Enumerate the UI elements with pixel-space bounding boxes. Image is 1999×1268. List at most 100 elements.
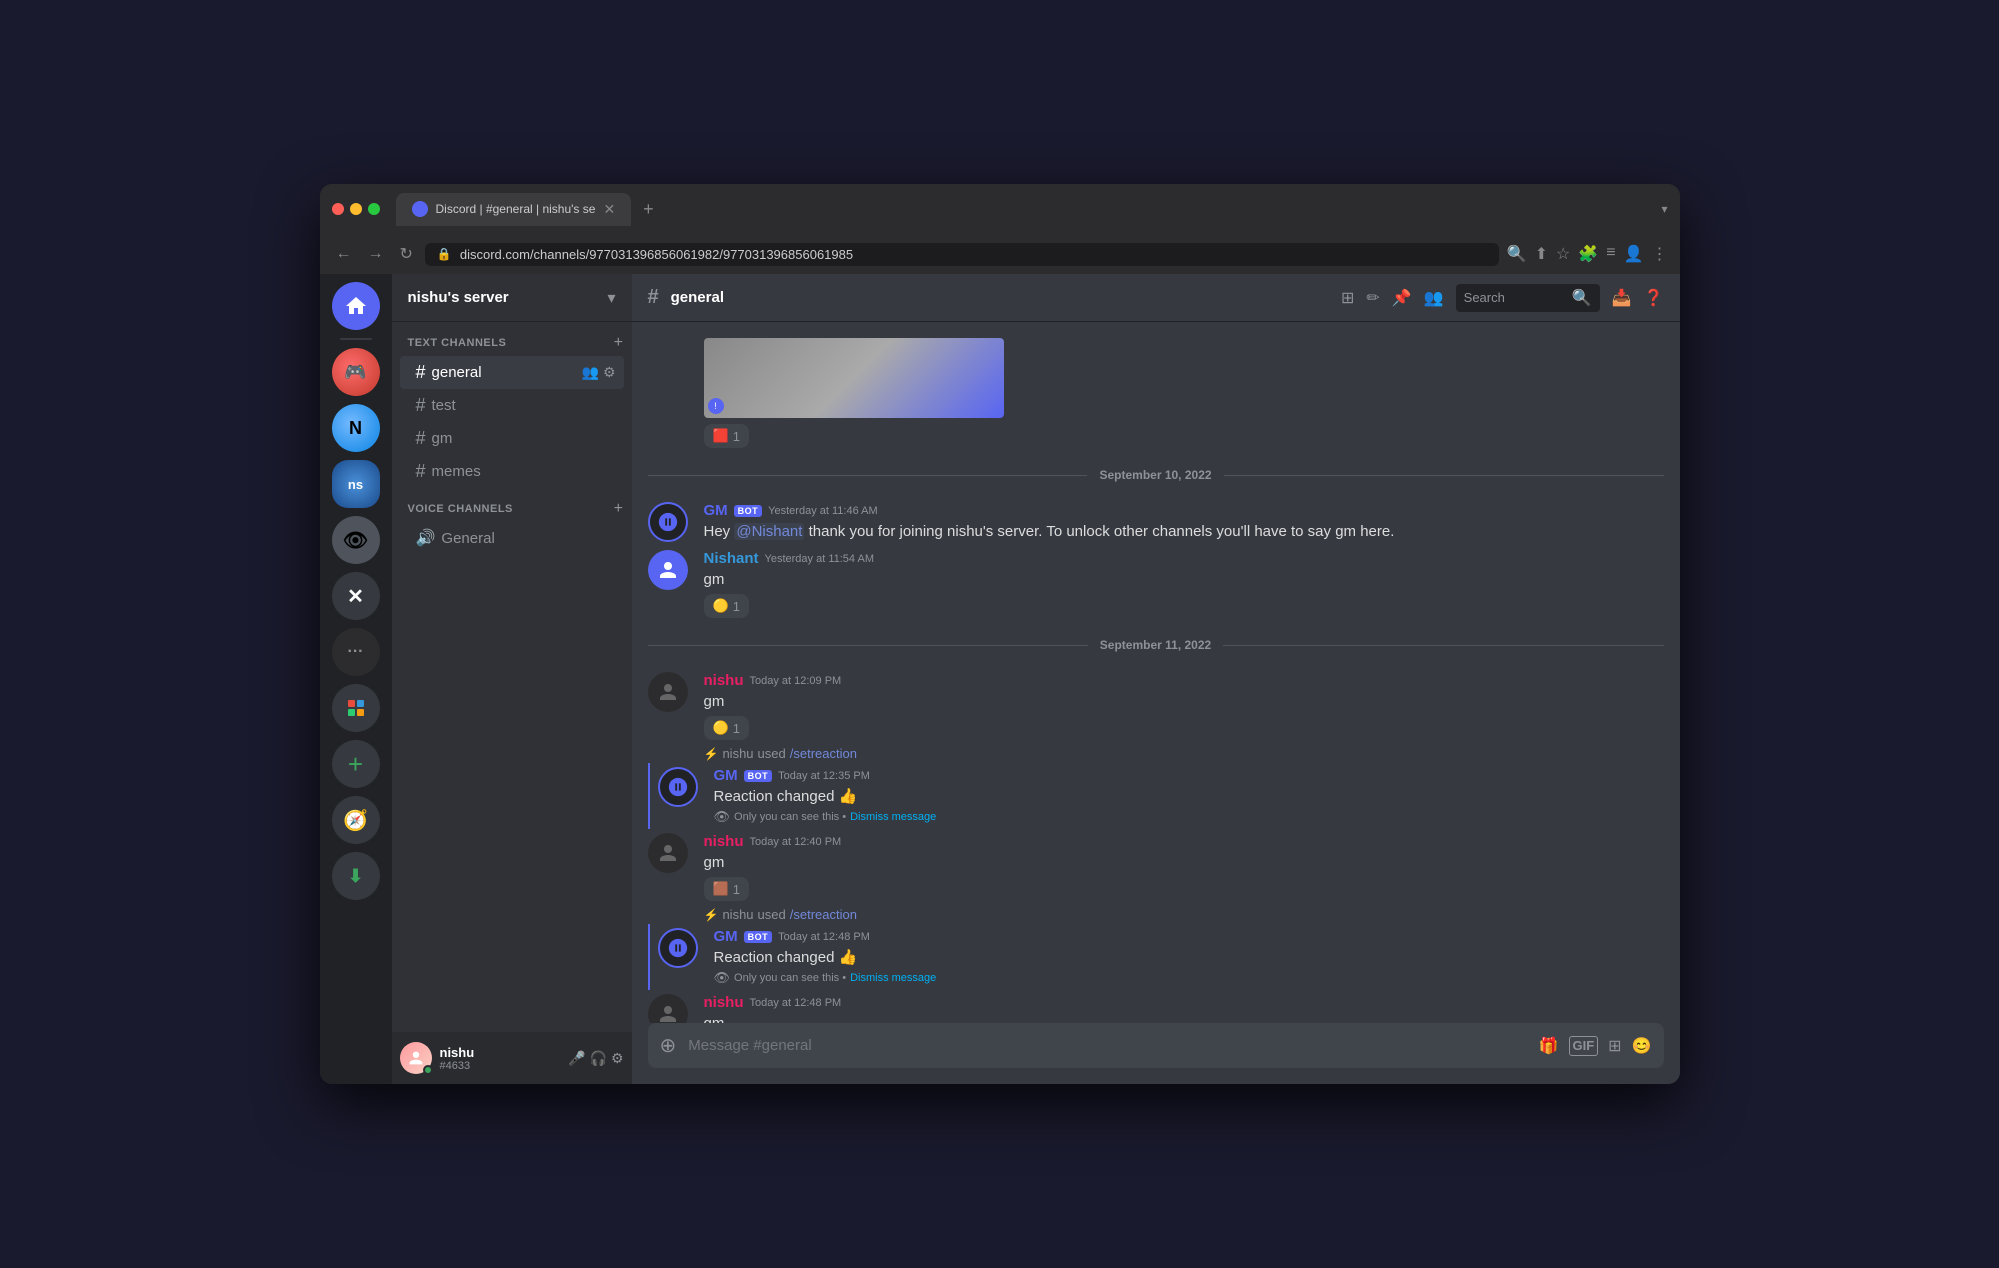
- discord-app: 🎮 N ns 👁 ✕ ··· + 🧭 ⬇ nishu's server ▾: [320, 274, 1680, 1084]
- reaction-nishu2[interactable]: 🟫 1: [704, 877, 749, 901]
- close-button[interactable]: [332, 203, 344, 215]
- maximize-button[interactable]: [368, 203, 380, 215]
- pin-icon[interactable]: 📌: [1392, 288, 1412, 308]
- server-icon-download[interactable]: ⬇: [332, 852, 380, 900]
- chat-messages: ! 🟥 1 September 10, 2022: [632, 322, 1680, 1023]
- message-content-nishu3: nishu Today at 12:48 PM gm 🟧 1: [704, 994, 1664, 1023]
- threads-icon[interactable]: ⊞: [1341, 288, 1354, 308]
- bookmark-icon[interactable]: ☆: [1556, 244, 1570, 264]
- bot-tag-reaction2: BOT: [744, 931, 773, 943]
- timestamp-bot-reaction2: Today at 12:48 PM: [778, 931, 870, 943]
- ephemeral-text-2: Only you can see this •: [734, 972, 846, 984]
- menu-icon[interactable]: ⋮: [1652, 244, 1668, 264]
- channel-general[interactable]: # general 👥 ⚙: [400, 356, 624, 389]
- voice-channels-header[interactable]: VOICE CHANNELS +: [392, 496, 632, 522]
- username-bot-reaction1[interactable]: GM: [714, 767, 738, 784]
- server-home-button[interactable]: [332, 282, 380, 330]
- address-bar[interactable]: 🔒 discord.com/channels/97703139685606198…: [425, 243, 1499, 266]
- slash-cmd-2: ⚡ nishu used /setreaction: [632, 905, 1680, 924]
- mic-icon[interactable]: 🎤: [568, 1050, 585, 1067]
- back-button[interactable]: ←: [332, 241, 356, 267]
- reader-icon[interactable]: ≡: [1606, 244, 1615, 264]
- username-nishu3[interactable]: nishu: [704, 994, 744, 1011]
- username-bot-reaction2[interactable]: GM: [714, 928, 738, 945]
- headphone-icon[interactable]: 🎧: [590, 1050, 607, 1067]
- add-channel-icon[interactable]: +: [614, 334, 624, 352]
- channel-edit-icon[interactable]: ⚙: [603, 364, 616, 381]
- server-icon-nishu[interactable]: ns: [332, 460, 380, 508]
- timestamp-bot-reaction1: Today at 12:35 PM: [778, 770, 870, 782]
- tab-favicon: [412, 201, 428, 217]
- tab-close-icon[interactable]: ✕: [603, 201, 615, 218]
- text-channels-header[interactable]: TEXT CHANNELS +: [392, 330, 632, 356]
- channel-settings-icon[interactable]: 👥: [582, 364, 599, 381]
- emoji-icon[interactable]: 😊: [1632, 1036, 1652, 1056]
- slash-cmd-name-2[interactable]: /setreaction: [790, 907, 857, 922]
- message-header-nishu1: nishu Today at 12:09 PM: [704, 672, 1664, 689]
- gif-icon[interactable]: GIF: [1569, 1036, 1599, 1056]
- settings-icon[interactable]: ⚙: [611, 1050, 624, 1067]
- server-icon-discover[interactable]: 🧭: [332, 796, 380, 844]
- share-icon[interactable]: ⬆: [1535, 244, 1548, 264]
- server-icon-5[interactable]: ✕: [332, 572, 380, 620]
- gift-icon[interactable]: 🎁: [1539, 1036, 1559, 1056]
- new-tab-button[interactable]: +: [643, 199, 654, 220]
- channel-sidebar: nishu's server ▾ TEXT CHANNELS + # gener…: [392, 274, 632, 1084]
- input-add-button[interactable]: ⊕: [660, 1033, 677, 1058]
- dismiss-link-2[interactable]: Dismiss message: [850, 972, 936, 984]
- date-label-1: September 10, 2022: [1087, 468, 1223, 482]
- help-icon[interactable]: ❓: [1644, 288, 1664, 308]
- message-group-bot-reaction2: GM BOT Today at 12:48 PM Reaction change…: [648, 924, 1680, 990]
- server-icon-6[interactable]: ···: [332, 628, 380, 676]
- header-search[interactable]: Search 🔍: [1456, 284, 1600, 312]
- reaction-emoji-nishant: 🟡: [713, 598, 729, 614]
- reaction-nishant[interactable]: 🟡 1: [704, 594, 749, 618]
- server-icon-7[interactable]: [332, 684, 380, 732]
- profile-icon[interactable]: 👤: [1624, 244, 1644, 264]
- voice-channel-general[interactable]: 🔊 General: [400, 522, 624, 554]
- add-voice-channel-icon[interactable]: +: [614, 500, 624, 518]
- voice-channel-name: General: [441, 530, 494, 547]
- channel-memes[interactable]: # memes: [400, 455, 624, 488]
- reaction-emoji-nishu1: 🟡: [713, 720, 729, 736]
- minimize-button[interactable]: [350, 203, 362, 215]
- message-header-nishant: Nishant Yesterday at 11:54 AM: [704, 550, 1664, 567]
- reload-button[interactable]: ↻: [396, 240, 417, 268]
- forward-button[interactable]: →: [364, 241, 388, 267]
- reaction-count-attach: 1: [733, 429, 740, 444]
- tab-dropdown-icon[interactable]: ▾: [1661, 202, 1667, 216]
- server-icon-2[interactable]: N: [332, 404, 380, 452]
- timestamp-nishant: Yesterday at 11:54 AM: [765, 553, 874, 565]
- voice-channels-label: VOICE CHANNELS: [408, 503, 513, 515]
- dismiss-link-1[interactable]: Dismiss message: [850, 811, 936, 823]
- edit-icon[interactable]: ✏: [1366, 288, 1379, 308]
- inbox-icon[interactable]: 📥: [1612, 288, 1632, 308]
- message-input[interactable]: Message #general: [688, 1037, 1526, 1054]
- apps-icon[interactable]: ⊞: [1608, 1036, 1621, 1056]
- members-icon[interactable]: 👥: [1424, 288, 1444, 308]
- mention-nishant[interactable]: @Nishant: [734, 523, 804, 540]
- server-icon-4[interactable]: 👁: [332, 516, 380, 564]
- browser-tab[interactable]: Discord | #general | nishu's se ✕: [396, 193, 632, 226]
- slash-cmd-name-1[interactable]: /setreaction: [790, 746, 857, 761]
- username-display: nishu: [440, 1045, 561, 1060]
- chat-header: # general ⊞ ✏ 📌 👥 Search 🔍 📥 ❓: [632, 274, 1680, 322]
- attachment-reaction[interactable]: 🟥 1: [704, 424, 749, 448]
- channel-gm[interactable]: # gm: [400, 422, 624, 455]
- slash-icon-2: ⚡: [704, 908, 719, 922]
- server-header[interactable]: nishu's server ▾: [392, 274, 632, 322]
- server-icon-add[interactable]: +: [332, 740, 380, 788]
- username-nishu2[interactable]: nishu: [704, 833, 744, 850]
- server-icon-1[interactable]: 🎮: [332, 348, 380, 396]
- username-gm1[interactable]: GM: [704, 502, 728, 519]
- username-nishant[interactable]: Nishant: [704, 550, 759, 567]
- extensions-icon[interactable]: 🧩: [1578, 244, 1598, 264]
- message-header-bot-reaction1: GM BOT Today at 12:35 PM: [714, 767, 1664, 784]
- username-nishu1[interactable]: nishu: [704, 672, 744, 689]
- reaction-emoji-changed-2: 👍: [839, 949, 858, 966]
- reaction-nishu1[interactable]: 🟡 1: [704, 716, 749, 740]
- channel-test[interactable]: # test: [400, 389, 624, 422]
- chat-input-area: ⊕ Message #general 🎁 GIF ⊞ 😊: [632, 1023, 1680, 1084]
- zoom-icon[interactable]: 🔍: [1507, 244, 1527, 264]
- bot-tag-gm1: BOT: [734, 505, 763, 517]
